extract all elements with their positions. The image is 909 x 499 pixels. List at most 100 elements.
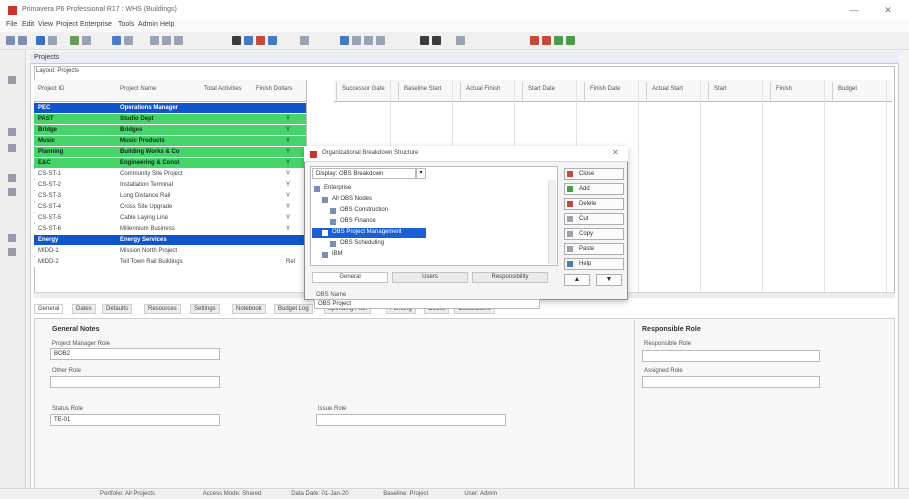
tab-budget-log[interactable]: Budget Log (274, 304, 313, 314)
move-down-button[interactable]: ▼ (596, 274, 622, 286)
print-icon[interactable] (112, 36, 121, 45)
menu-view[interactable]: View (38, 21, 53, 28)
activities-nav-icon[interactable] (8, 144, 16, 152)
cell-total-activities (234, 246, 274, 256)
cut-icon[interactable] (150, 36, 159, 45)
table-row[interactable]: CS-ST-5 Cable Laying Line Y (34, 213, 306, 223)
add-icon[interactable] (530, 36, 539, 45)
cell-finish-dollars: Y (286, 171, 291, 177)
cut-button[interactable]: Cut (564, 213, 624, 225)
tree-scrollbar[interactable] (548, 180, 556, 264)
col-header-total-activities[interactable]: Total Activities (204, 86, 242, 92)
columns-icon[interactable] (352, 36, 361, 45)
delete-button[interactable]: Delete (564, 198, 624, 210)
level-icon[interactable] (244, 36, 253, 45)
menu-enterprise[interactable]: Enterprise (80, 21, 112, 28)
summarize-icon[interactable] (256, 36, 265, 45)
col-header-project-id[interactable]: Project ID (38, 86, 64, 92)
projects-nav-icon[interactable] (8, 76, 16, 84)
expand-all-icon[interactable] (420, 36, 429, 45)
move-up-button[interactable]: ▲ (564, 274, 590, 286)
dialog-close-icon[interactable]: ✕ (612, 148, 619, 157)
table-row[interactable]: Music Music Products Y (34, 136, 306, 146)
add-button[interactable]: Add (564, 183, 624, 195)
table-row[interactable]: MIDD-1 Mission North Project (34, 246, 306, 256)
table-row[interactable]: PEC Operations Manager (34, 103, 306, 113)
table-row[interactable]: MIDD-2 Tell Town Rail Buildings Rel (34, 257, 306, 267)
obs-tab-users[interactable]: Users (392, 272, 468, 283)
tracking-nav-icon[interactable] (8, 234, 16, 242)
issue-role-field[interactable] (316, 414, 506, 426)
save-icon[interactable] (48, 36, 57, 45)
cell-total-activities (234, 213, 274, 223)
menu-admin[interactable]: Admin (138, 21, 158, 28)
print-preview-icon[interactable] (124, 36, 133, 45)
responsible-role-field[interactable] (642, 350, 820, 362)
table-row[interactable]: CS-ST-6 Millennium Business Y (34, 224, 306, 234)
tab-defaults[interactable]: Defaults (102, 304, 133, 314)
wbs-nav-icon[interactable] (8, 128, 16, 136)
table-row[interactable]: CS-ST-3 Long Distance Rail Y (34, 191, 306, 201)
back-icon[interactable] (6, 36, 15, 45)
filter-icon[interactable] (82, 36, 91, 45)
copy-icon[interactable] (162, 36, 171, 45)
table-row[interactable]: Energy Energy Services (34, 235, 306, 245)
paste-icon[interactable] (174, 36, 183, 45)
cell-project-id: Music (38, 138, 56, 144)
open-project-icon[interactable] (36, 36, 45, 45)
table-row[interactable]: CS-ST-2 Installation Terminal Y (34, 180, 306, 190)
delete-icon[interactable] (542, 36, 551, 45)
table-row[interactable]: CS-ST-4 Cross Site Upgrade Y (34, 202, 306, 212)
close-button[interactable]: Close (564, 168, 624, 180)
schedule-icon[interactable] (232, 36, 241, 45)
table-row[interactable]: Bridge Bridges Y (34, 125, 306, 135)
copy-button[interactable]: Copy (564, 228, 624, 240)
close-button[interactable]: ✕ (880, 4, 896, 16)
chevron-down-icon[interactable]: ▾ (416, 168, 426, 179)
obs-tab-general[interactable]: General (312, 272, 388, 283)
table-row[interactable]: Planning Building Works & Co Y (34, 147, 306, 157)
tab-dates[interactable]: Dates (72, 304, 96, 314)
tree-item[interactable] (312, 250, 548, 260)
assign-icon[interactable] (554, 36, 563, 45)
status-role-field[interactable]: TE-01 (50, 414, 220, 426)
tree-item-label: IBM (332, 251, 343, 257)
assigned-role-field[interactable] (642, 376, 820, 388)
zoom-in-icon[interactable] (300, 36, 309, 45)
paste-button[interactable]: Paste (564, 243, 624, 255)
menu-edit[interactable]: Edit (22, 21, 34, 28)
menu-tools[interactable]: Tools (118, 21, 134, 28)
gantt-gridline (638, 80, 639, 292)
tab-general[interactable]: General (34, 304, 64, 314)
timescale-icon[interactable] (376, 36, 385, 45)
issues-nav-icon[interactable] (8, 248, 16, 256)
other-role-field[interactable] (50, 376, 220, 388)
tab-notebook[interactable]: Notebook (232, 304, 266, 314)
minimize-button[interactable]: — (846, 4, 862, 16)
bars-icon[interactable] (340, 36, 349, 45)
reports-nav-icon[interactable] (8, 188, 16, 196)
pm-role-field[interactable]: BOB2 (50, 348, 220, 360)
collapse-all-icon[interactable] (432, 36, 441, 45)
link-icon[interactable] (566, 36, 575, 45)
tab-resources[interactable]: Resources (144, 304, 181, 314)
menu-project[interactable]: Project (56, 21, 78, 28)
obs-name-field[interactable]: OBS Project (314, 299, 540, 309)
group-sort-icon[interactable] (364, 36, 373, 45)
help-button[interactable]: Help (564, 258, 624, 270)
resources-nav-icon[interactable] (8, 174, 16, 182)
col-header-project-name[interactable]: Project Name (120, 86, 156, 92)
layout-icon[interactable] (70, 36, 79, 45)
table-row[interactable]: E&C Engineering & Const Y (34, 158, 306, 168)
col-header-finish-dollars[interactable]: Finish Dollars (256, 86, 292, 92)
display-filter-dropdown[interactable]: Display: OBS Breakdown (312, 168, 416, 179)
table-row[interactable]: CS-ST-1 Community Site Project Y (34, 169, 306, 179)
menu-help[interactable]: Help (160, 21, 174, 28)
tab-settings[interactable]: Settings (190, 304, 220, 314)
forward-icon[interactable] (18, 36, 27, 45)
table-row[interactable]: PAST Studio Dept Y (34, 114, 306, 124)
obs-tab-responsibility[interactable]: Responsibility (472, 272, 548, 283)
trace-logic-icon[interactable] (456, 36, 465, 45)
store-period-icon[interactable] (268, 36, 277, 45)
menu-file[interactable]: File (6, 21, 17, 28)
